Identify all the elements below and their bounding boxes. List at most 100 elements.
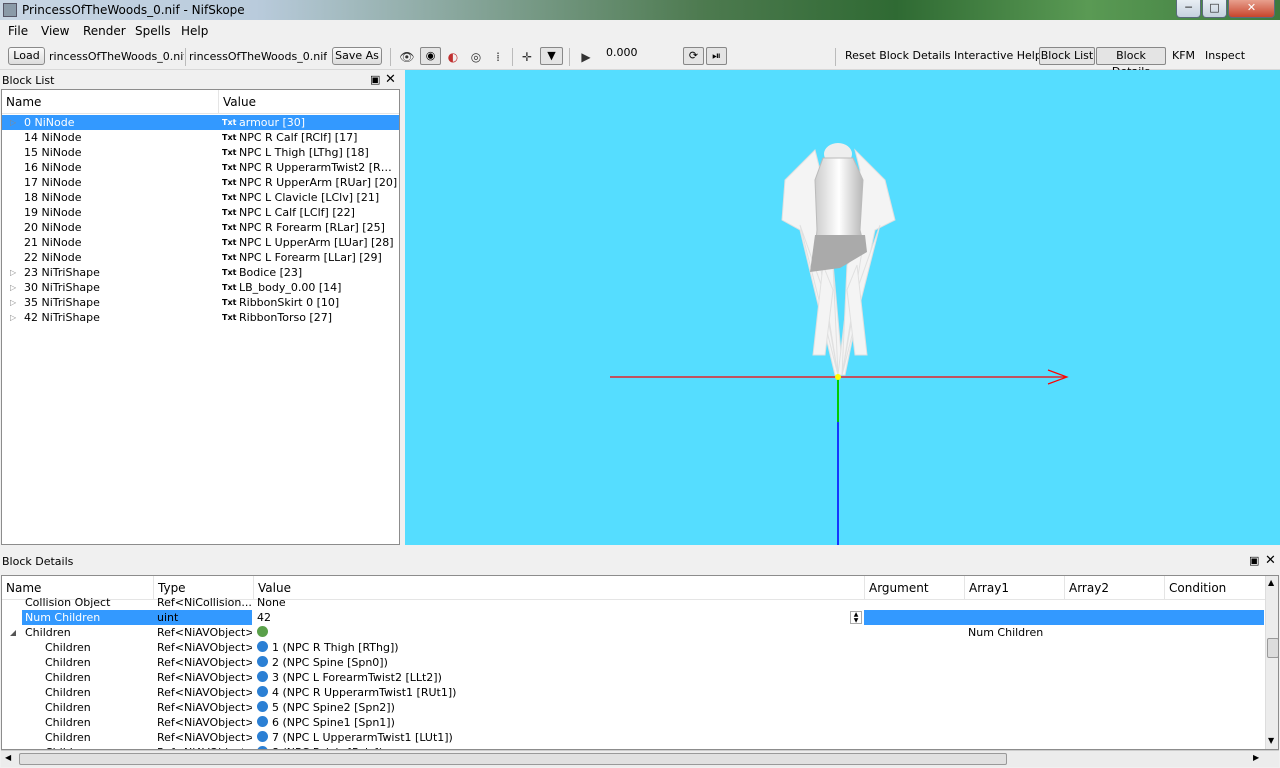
block-list-row[interactable]: ▷ 0 NiNode Txt armour [30] [2,115,399,130]
field-name: Children [45,686,91,699]
details-row[interactable]: Children Ref<NiAVObject> 5 (NPC Spine2 [Sp… [2,700,1264,715]
scroll-down-icon[interactable]: ▼ [1268,736,1274,745]
links-icon [257,626,268,637]
details-row[interactable]: Children Ref<NiAVObject> 2 (NPC Spine [Spn… [2,655,1264,670]
minimize-button[interactable]: ─ [1176,0,1201,18]
axes-icon[interactable]: ✛ [518,49,536,65]
details-row[interactable]: Children Ref<NiAVObject> 1 (NPC R Thigh [R… [2,640,1264,655]
field-value: None [257,596,286,609]
switch-icon[interactable]: ⏯ [706,47,727,65]
eye-red-icon[interactable]: ◐ [444,49,462,65]
toolbar: Load rincessOfTheWoods_0.nif rincessOfTh… [0,42,1280,107]
block-name: 19 NiNode [24,206,82,219]
block-list-row[interactable]: 20 NiNode Txt NPC R Forearm [RLar] [25] [2,220,399,235]
eye-icon[interactable]: 👁 [398,49,416,65]
eye-toggle-icon[interactable]: ◉ [420,47,441,65]
interactive-help-button[interactable]: Interactive Help [954,49,1042,62]
menu-file[interactable]: File [8,24,28,38]
block-list-header: Block List ▣ ✕ [0,71,400,89]
expand-arrow-icon[interactable]: ◢ [10,625,16,640]
expand-arrow-icon[interactable]: ▷ [10,265,16,280]
block-list-row[interactable]: 16 NiNode Txt NPC R UpperarmTwist2 [RU... [2,160,399,175]
close-button[interactable]: ✕ [1228,0,1275,18]
scroll-thumb[interactable] [1267,638,1278,658]
details-row[interactable]: Children Ref<NiAVObject> 4 (NPC R Upperarm… [2,685,1264,700]
block-list-row[interactable]: ▷ 42 NiTriShape Txt RibbonTorso [27] [2,310,399,325]
view-dropdown-icon[interactable]: ▼ [540,47,563,65]
loop-icon[interactable]: ⟳ [683,47,704,65]
origin-marker [835,374,841,380]
block-list-row[interactable]: 15 NiNode Txt NPC L Thigh [LThg] [18] [2,145,399,160]
close-icon[interactable]: ✕ [1265,553,1276,568]
block-list-row[interactable]: 22 NiNode Txt NPC L Forearm [LLar] [29] [2,250,399,265]
footprints-icon[interactable]: ⁞ [489,49,507,65]
block-list-row[interactable]: 18 NiNode Txt NPC L Clavicle [LClv] [21] [2,190,399,205]
menu-help[interactable]: Help [181,24,208,38]
save-path-field[interactable]: rincessOfTheWoods_0.nif [189,48,327,65]
float-icon[interactable]: ▣ [370,73,380,86]
load-path-field[interactable]: rincessOfTheWoods_0.nif [49,48,184,65]
expand-arrow-icon[interactable]: ▷ [10,310,16,325]
block-name: 35 NiTriShape [24,296,100,309]
inspect-button[interactable]: Inspect [1205,49,1245,62]
block-list-row[interactable]: 14 NiNode Txt NPC R Calf [RClf] [17] [2,130,399,145]
render-viewport[interactable] [405,70,1280,545]
close-icon[interactable]: ✕ [385,72,396,87]
scroll-right-icon[interactable]: ▶ [1253,753,1259,762]
block-list-row[interactable]: 19 NiNode Txt NPC L Calf [LClf] [22] [2,205,399,220]
block-details-table[interactable]: Name Type Value Argument Array1 Array2 C… [1,575,1279,750]
link-icon [257,671,268,682]
reset-block-details-button[interactable]: Reset Block Details [845,49,951,62]
save-as-button[interactable]: Save As [332,47,382,65]
expand-arrow-icon[interactable]: ▷ [10,280,16,295]
field-value[interactable]: 42 [257,611,271,624]
maximize-button[interactable]: □ [1202,0,1227,18]
float-icon[interactable]: ▣ [1249,554,1259,567]
details-row[interactable]: ▲ ▼ Num Children uint 42 [2,610,1264,625]
kfm-button[interactable]: KFM [1172,49,1195,62]
scroll-thumb[interactable] [19,753,1007,765]
link-icon [257,656,268,667]
details-row[interactable]: Children Ref<NiAVObject> 7 (NPC L Upperarm… [2,730,1264,745]
selection-highlight [864,610,1264,625]
menu-render[interactable]: Render [83,24,126,38]
column-header-name[interactable]: Name [2,90,219,114]
play-icon[interactable]: ▶ [577,49,595,65]
link-icon [257,641,268,652]
toolbar-separator [185,48,186,66]
block-list-tree[interactable]: Name Value ▷ 0 NiNode Txt armour [30] 14 NiN… [1,89,400,545]
menu-view[interactable]: View [41,24,69,38]
block-name: 0 NiNode [24,116,75,129]
block-details-toggle[interactable]: Block Details [1096,47,1166,78]
block-value: NPC L Forearm [LLar] [29] [239,251,382,264]
details-row[interactable]: ◢ Children Ref<NiAVObject> Num Children [2,625,1264,640]
scroll-left-icon[interactable]: ◀ [5,753,11,762]
details-horizontal-scrollbar[interactable]: ◀ ▶ [1,750,1279,767]
field-type: Ref<NiAVObject> [157,686,252,699]
column-header-value[interactable]: Value [219,90,399,114]
txt-tag: Txt [222,208,237,217]
block-list-toggle[interactable]: Block List [1039,47,1095,65]
block-list-row[interactable]: ▷ 30 NiTriShape Txt LB_body_0.00 [14] [2,280,399,295]
block-list-row[interactable]: 17 NiNode Txt NPC R UpperArm [RUar] [20] [2,175,399,190]
field-type: Ref<NiAVObject> [157,656,252,669]
details-row[interactable]: Collision Object Ref<NiCollision... None [2,595,1264,610]
txt-tag: Txt [222,118,237,127]
spin-box-icon[interactable]: ▲ ▼ [850,611,862,624]
field-type: Ref<NiAVObject> [157,671,252,684]
details-row[interactable]: Children Ref<NiAVObject> 6 (NPC Spine1 [Sp… [2,715,1264,730]
block-details-title: Block Details [2,555,74,568]
load-button[interactable]: Load [8,47,45,65]
menu-spells[interactable]: Spells [135,24,171,38]
block-list-row[interactable]: ▷ 35 NiTriShape Txt RibbonSkirt 0 [10] [2,295,399,310]
field-value: 6 (NPC Spine1 [Spn1]) [272,716,395,729]
details-row[interactable]: Children Ref<NiAVObject> 3 (NPC L ForearmT… [2,670,1264,685]
scroll-up-icon[interactable]: ▲ [1268,578,1274,587]
expand-arrow-icon[interactable]: ▷ [10,115,16,130]
expand-arrow-icon[interactable]: ▷ [10,295,16,310]
block-list-row[interactable]: ▷ 23 NiTriShape Txt Bodice [23] [2,265,399,280]
eye-outline-icon[interactable]: ◎ [467,49,485,65]
details-vertical-scrollbar[interactable]: ▲ ▼ [1265,576,1278,749]
block-list-row[interactable]: 21 NiNode Txt NPC L UpperArm [LUar] [28] [2,235,399,250]
block-name: 16 NiNode [24,161,82,174]
